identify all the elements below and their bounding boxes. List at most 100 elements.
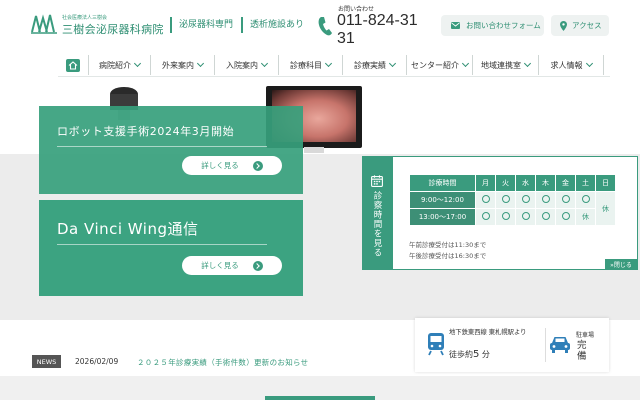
chevron-down-icon — [260, 59, 269, 68]
open-circle-icon — [521, 195, 530, 203]
open-circle-icon — [481, 212, 490, 220]
global-nav: 病院紹介 外来案内 入院案内 診療科目 診療実績 センター紹介 地域連携室 求人… — [58, 54, 610, 76]
contact-form-button[interactable]: お問い合わせフォーム — [441, 15, 544, 36]
open-circle-icon — [541, 195, 550, 203]
more-label: 詳しく見る — [201, 261, 239, 270]
nav-item-regional[interactable]: 地域連携室 — [472, 55, 538, 75]
card-divider — [57, 146, 267, 147]
afternoon-note: 午後診療受付は16:30まで — [409, 252, 487, 260]
nav-item-about[interactable]: 病院紹介 — [88, 55, 150, 75]
more-button[interactable]: 詳しく見る — [182, 156, 282, 175]
calendar-icon — [371, 175, 383, 187]
map-pin-icon — [560, 20, 567, 31]
chevron-down-icon — [523, 59, 532, 68]
nav-item-outpatient[interactable]: 外来案内 — [150, 55, 214, 75]
hospital-logo[interactable]: 社会医療法人三樹会 三樹会泌尿器科病院 — [30, 12, 170, 38]
header-cell: 日 — [595, 174, 616, 192]
train-icon — [428, 333, 444, 356]
chevron-down-icon — [324, 59, 333, 68]
car-icon — [550, 337, 570, 353]
nav-label: 入院案内 — [226, 60, 258, 70]
site-header: 社会医療法人三樹会 三樹会泌尿器科病院 泌尿器科専門 透析施設あり お問い合わせ… — [0, 0, 640, 52]
header-cell: 診療時間 — [409, 174, 476, 192]
nav-label: 求人情報 — [550, 60, 583, 70]
open-circle-icon — [481, 195, 490, 203]
open-circle-icon — [501, 195, 510, 203]
header-cell: 金 — [555, 174, 576, 192]
tag-dialysis: 透析施設あり — [241, 17, 304, 33]
home-icon — [66, 58, 80, 72]
news-link[interactable]: ２０２５年診療実績（手術件数）更新のお知らせ — [137, 357, 308, 368]
davinci-wing-card[interactable]: Da Vinci Wing通信 詳しく見る — [39, 200, 303, 296]
nav-divider — [58, 76, 610, 77]
open-circle-icon — [501, 212, 510, 220]
contact-form-label: お問い合わせフォーム — [466, 21, 541, 30]
schedule-close-button[interactable]: »閉じる — [605, 259, 637, 269]
open-cell — [535, 208, 556, 226]
tag-urology-specialty: 泌尿器科専門 — [170, 17, 233, 33]
time-cell: 13:00～17:00 — [409, 208, 476, 226]
nav-home[interactable] — [58, 54, 88, 76]
logo-mark-icon — [31, 14, 57, 34]
station-text: 地下鉄東西線 東札幌駅より — [449, 329, 527, 336]
chevron-down-icon — [196, 59, 205, 68]
arrow-right-icon — [252, 160, 263, 171]
nav-item-centers[interactable]: センター紹介 — [406, 55, 472, 75]
nav-label: センター紹介 — [411, 60, 459, 70]
nav-label: 地域連携室 — [481, 60, 521, 70]
header-cell: 火 — [495, 174, 516, 192]
logo-name: 三樹会泌尿器科病院 — [62, 23, 164, 36]
morning-note: 午前診療受付は11:30まで — [409, 241, 487, 249]
nav-item-inpatient[interactable]: 入院案内 — [214, 55, 278, 75]
nav-label: 外来案内 — [162, 60, 194, 70]
open-cell — [495, 191, 516, 209]
nav-item-recruit[interactable]: 求人情報 — [538, 55, 604, 75]
open-circle-icon — [581, 195, 590, 203]
open-circle-icon — [541, 212, 550, 220]
open-cell — [535, 191, 556, 209]
open-cell — [475, 208, 496, 226]
open-circle-icon — [561, 212, 570, 220]
open-circle-icon — [561, 195, 570, 203]
open-cell — [515, 191, 536, 209]
closed-cell: 休 — [575, 208, 596, 226]
phone-number[interactable]: 011-824-3131 — [337, 12, 425, 48]
schedule-panel: 診療時間 月 火 水 木 金 土 日 9:00～12:00 休 13:00～17… — [392, 156, 638, 270]
monitor-stand — [304, 147, 324, 153]
logo-subtitle: 社会医療法人三樹会 — [62, 15, 108, 21]
open-cell — [495, 208, 516, 226]
nav-item-results[interactable]: 診療実績 — [342, 55, 406, 75]
table-row: 13:00～17:00 休 — [409, 208, 616, 226]
walk-time: 徒歩約5 分 — [449, 349, 490, 360]
nav-item-departments[interactable]: 診療科目 — [278, 55, 342, 75]
news-badge: NEWS — [32, 355, 61, 368]
robot-surgery-card[interactable]: ロボット支援手術2024年3月開始 詳しく見る — [39, 106, 303, 194]
schedule-tab-label: 診察時間を見る — [372, 191, 382, 258]
time-cell: 9:00～12:00 — [409, 191, 476, 209]
open-circle-icon — [521, 212, 530, 220]
chevron-down-icon — [133, 59, 142, 68]
table-header-row: 診療時間 月 火 水 木 金 土 日 — [409, 174, 616, 192]
open-cell — [515, 208, 536, 226]
nav-label: 診療科目 — [290, 60, 322, 70]
section-tab-accent — [265, 396, 375, 400]
parking-value: 完備 — [577, 340, 587, 362]
access-info-box[interactable]: 地下鉄東西線 東札幌駅より 徒歩約5 分 駐車場 完備 — [415, 318, 609, 372]
more-label: 詳しく見る — [201, 161, 239, 170]
access-button[interactable]: アクセス — [551, 15, 609, 36]
arrow-right-icon — [252, 260, 263, 271]
chevron-down-icon — [585, 59, 593, 68]
header-cell: 土 — [575, 174, 596, 192]
chevron-down-icon — [388, 59, 397, 68]
parking-label: 駐車場 — [576, 332, 595, 339]
card-title: Da Vinci Wing通信 — [57, 220, 199, 238]
card-divider — [57, 244, 267, 245]
more-button[interactable]: 詳しく見る — [182, 256, 282, 275]
open-cell — [555, 208, 576, 226]
schedule-table: 診療時間 月 火 水 木 金 土 日 9:00～12:00 休 13:00～17… — [409, 174, 616, 226]
nav-label: 診療実績 — [354, 60, 386, 70]
closed-cell: 休 — [595, 191, 616, 226]
schedule-toggle-tab[interactable]: 診察時間を見る — [362, 156, 392, 270]
news-date: 2026/02/09 — [75, 357, 119, 366]
open-cell — [475, 191, 496, 209]
